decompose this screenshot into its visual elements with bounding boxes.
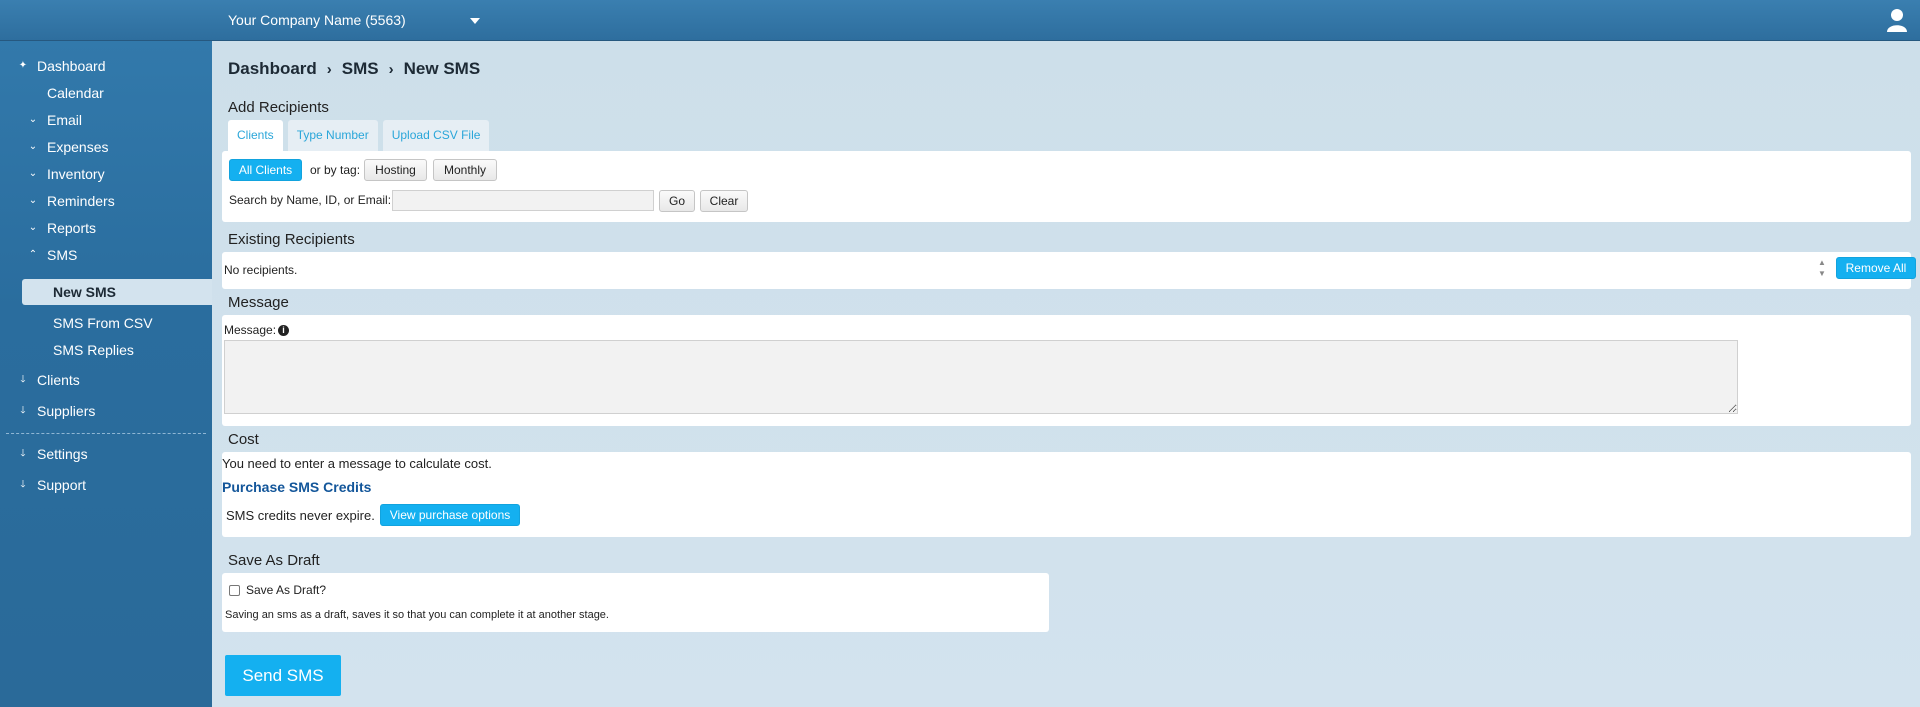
tab-clients[interactable]: Clients: [228, 120, 283, 151]
chevron-down-icon: ⌄: [28, 168, 38, 179]
all-clients-button[interactable]: All Clients: [229, 159, 302, 181]
chevron-down-icon[interactable]: [470, 18, 480, 24]
tab-upload-csv[interactable]: Upload CSV File: [382, 120, 490, 151]
company-selector[interactable]: Your Company Name (5563): [228, 0, 406, 41]
sidebar-item-inventory[interactable]: ⌄ Inventory: [0, 161, 212, 187]
sidebar-item-suppliers[interactable]: 🡓 Suppliers: [0, 398, 212, 424]
recipient-tabs: Clients Type Number Upload CSV File: [228, 120, 494, 151]
chevron-down-icon: ⌄: [28, 114, 38, 125]
credits-never-expire-text: SMS credits never expire.: [226, 508, 375, 523]
sidebar-item-sms-replies[interactable]: SMS Replies: [0, 337, 212, 363]
top-bar: Your Company Name (5563): [0, 0, 1920, 41]
chevron-down-icon: ⌄: [28, 141, 38, 152]
sidebar-item-new-sms[interactable]: New SMS: [22, 279, 212, 305]
send-sms-button[interactable]: Send SMS: [225, 655, 341, 696]
main-content: Dashboard › SMS › New SMS Add Recipients…: [212, 41, 1920, 707]
no-recipients-text: No recipients.: [224, 263, 298, 277]
chevron-right-icon: ›: [326, 60, 332, 78]
purchase-sms-credits-link[interactable]: Purchase SMS Credits: [222, 479, 371, 495]
move-icon: ✦: [18, 60, 28, 71]
sidebar-item-clients[interactable]: 🡓 Clients: [0, 367, 212, 393]
search-label: Search by Name, ID, or Email:: [229, 193, 392, 207]
arrow-down-icon: 🡓: [20, 479, 26, 490]
tag-monthly-button[interactable]: Monthly: [433, 159, 497, 181]
search-input[interactable]: [392, 190, 654, 211]
chevron-up-icon: ⌃: [28, 249, 38, 260]
draft-panel: Save As Draft? Saving an sms as a draft,…: [222, 573, 1049, 632]
cost-title: Cost: [228, 431, 259, 448]
spinner-icon[interactable]: ▲ ▼: [1817, 257, 1827, 279]
view-purchase-options-button[interactable]: View purchase options: [380, 504, 520, 526]
cost-hint: You need to enter a message to calculate…: [222, 456, 492, 471]
existing-recipients-title: Existing Recipients: [228, 231, 355, 248]
arrow-down-icon: 🡓: [20, 405, 26, 416]
go-button[interactable]: Go: [659, 190, 695, 212]
sidebar-item-dashboard[interactable]: ✦ Dashboard: [0, 53, 212, 79]
breadcrumb-current: New SMS: [403, 59, 481, 78]
sidebar-divider: [6, 433, 206, 434]
breadcrumb: Dashboard › SMS › New SMS: [228, 59, 480, 79]
sidebar-item-settings[interactable]: 🡓 Settings: [0, 441, 212, 467]
breadcrumb-dashboard[interactable]: Dashboard: [228, 59, 317, 79]
clear-button[interactable]: Clear: [700, 190, 748, 212]
sidebar-item-support[interactable]: 🡓 Support: [0, 472, 212, 498]
tag-hosting-button[interactable]: Hosting: [364, 159, 427, 181]
breadcrumb-sms[interactable]: SMS: [342, 59, 379, 79]
sidebar-item-sms[interactable]: ⌃ SMS: [0, 242, 212, 268]
sidebar-item-reports[interactable]: ⌄ Reports: [0, 215, 212, 241]
or-by-tag-label: or by tag:: [310, 163, 361, 177]
tab-type-number[interactable]: Type Number: [287, 120, 378, 151]
chevron-down-icon: ⌄: [28, 222, 38, 233]
sidebar-item-reminders[interactable]: ⌄ Reminders: [0, 188, 212, 214]
existing-recipients-panel: No recipients. ▲ ▼ Remove All: [222, 252, 1916, 289]
remove-all-button[interactable]: Remove All: [1836, 257, 1916, 279]
draft-description: Saving an sms as a draft, saves it so th…: [225, 609, 609, 621]
message-panel: Message: i: [222, 315, 1911, 426]
sidebar-item-expenses[interactable]: ⌄ Expenses: [0, 134, 212, 160]
message-label: Message: i: [224, 323, 290, 337]
add-recipients-title: Add Recipients: [228, 99, 329, 116]
arrow-down-icon: 🡓: [20, 374, 26, 385]
sidebar-item-email[interactable]: ⌄ Email: [0, 107, 212, 133]
save-as-draft-label[interactable]: Save As Draft?: [246, 583, 326, 597]
sidebar-item-calendar[interactable]: Calendar: [0, 80, 212, 106]
info-icon[interactable]: i: [278, 325, 290, 337]
user-icon[interactable]: [1886, 8, 1908, 32]
chevron-right-icon: ›: [388, 60, 394, 78]
sidebar: ✦ Dashboard Calendar ⌄ Email ⌄ Expenses …: [0, 41, 212, 707]
arrow-down-icon: 🡓: [20, 448, 26, 459]
draft-title: Save As Draft: [228, 552, 320, 569]
save-as-draft-checkbox[interactable]: [229, 585, 240, 596]
add-recipients-panel: All Clients or by tag: Hosting Monthly S…: [222, 151, 1911, 222]
message-textarea[interactable]: [224, 340, 1738, 414]
chevron-down-icon: ⌄: [28, 195, 38, 206]
cost-panel: You need to enter a message to calculate…: [222, 452, 1911, 537]
message-title: Message: [228, 294, 289, 311]
sidebar-item-sms-from-csv[interactable]: SMS From CSV: [0, 310, 212, 336]
